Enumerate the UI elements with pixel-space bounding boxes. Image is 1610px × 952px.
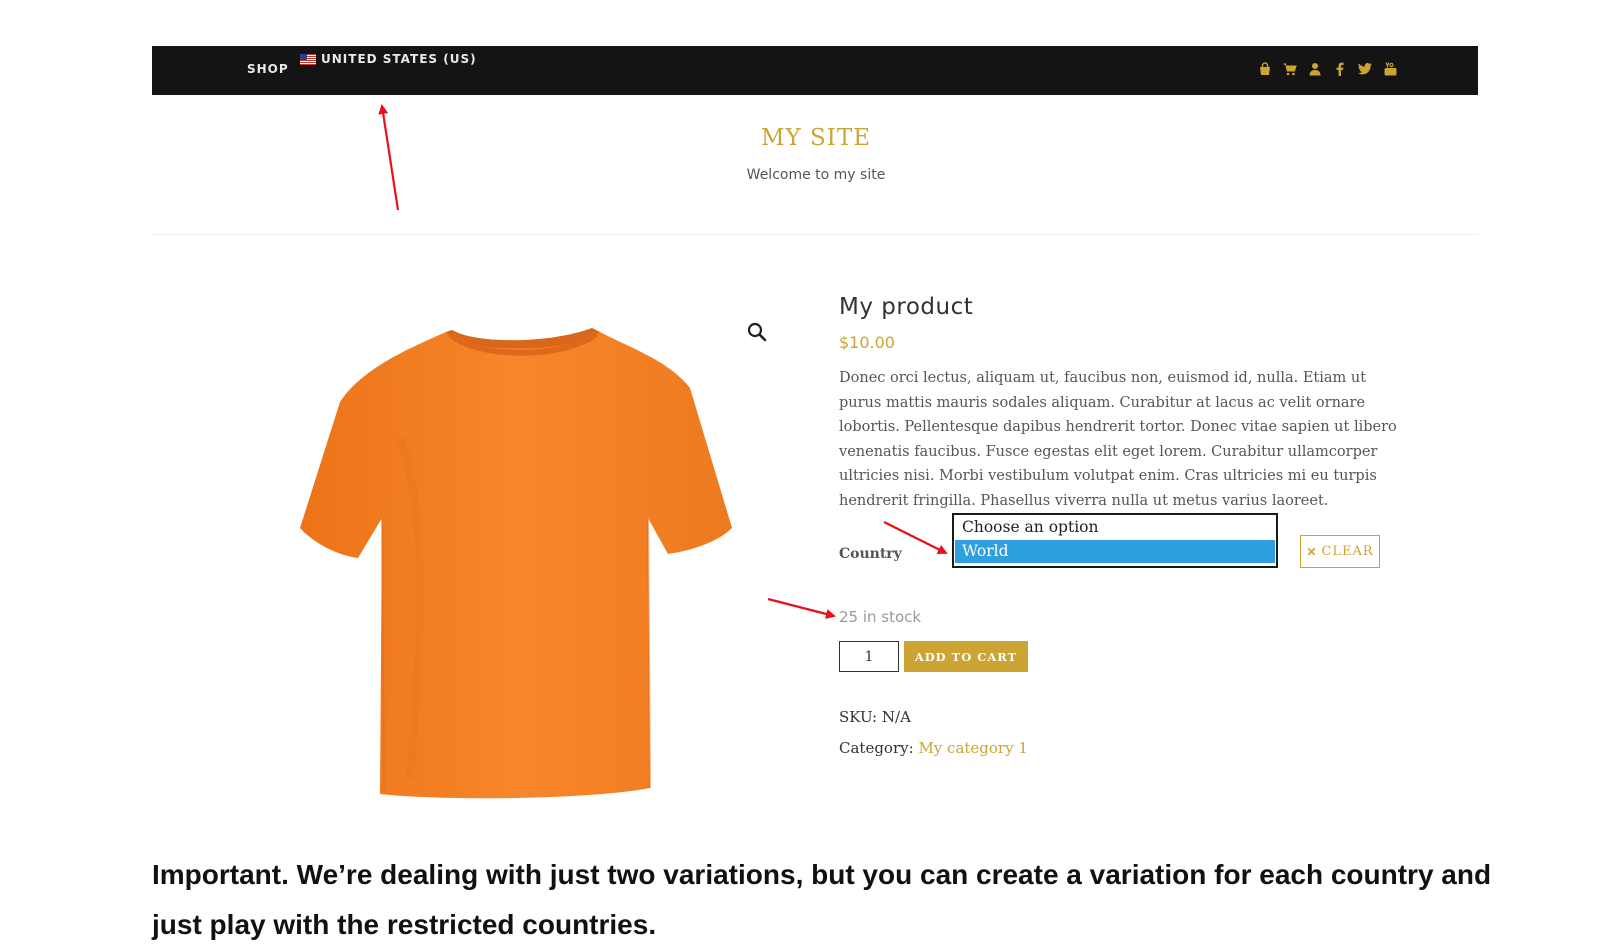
category-label: Category: [839, 739, 914, 757]
country-switcher[interactable]: UNITED STATES (US) [300, 52, 477, 66]
top-navigation-bar: SHOP UNITED STATES (US) [152, 46, 1478, 95]
country-variation-select[interactable]: Choose an option World [952, 513, 1278, 568]
sku-label: SKU: [839, 708, 878, 726]
close-icon: ✕ [1306, 544, 1318, 559]
sku-value: N/A [881, 708, 911, 726]
shopping-bag-icon[interactable] [1257, 60, 1273, 78]
clear-label: CLEAR [1321, 544, 1374, 559]
country-label: UNITED STATES (US) [321, 52, 477, 66]
variation-label-country: Country [839, 546, 902, 562]
category-link[interactable]: My category 1 [918, 739, 1027, 757]
cart-icon[interactable] [1282, 60, 1298, 78]
article-caption: Important. We’re dealing with just two v… [152, 859, 1492, 940]
nav-shop-link[interactable]: SHOP [247, 62, 289, 76]
header-divider [152, 234, 1478, 235]
clear-variation-button[interactable]: ✕ CLEAR [1300, 535, 1380, 568]
product-title: My product [839, 294, 974, 320]
add-to-cart-button[interactable]: ADD TO CART [904, 641, 1028, 672]
header-icons [1257, 60, 1398, 78]
facebook-icon[interactable] [1332, 60, 1348, 78]
youtube-icon[interactable] [1382, 60, 1398, 78]
zoom-magnifier-icon[interactable] [746, 321, 768, 343]
site-tagline: Welcome to my site [746, 167, 886, 183]
product-image-orange-tshirt[interactable] [300, 318, 740, 806]
arrow-to-stock-status [767, 597, 836, 619]
user-icon[interactable] [1307, 60, 1323, 78]
arrow-to-country-switcher [378, 104, 400, 211]
select-option-choose[interactable]: Choose an option [955, 516, 1275, 539]
stock-status: 25 in stock [839, 608, 922, 626]
product-sku: SKU: N/A [839, 708, 911, 726]
product-description: Donec orci lectus, aliquam ut, faucibus … [839, 370, 1397, 509]
us-flag-icon [300, 53, 316, 65]
site-title[interactable]: MY SITE [0, 125, 1610, 151]
product-category: Category: My category 1 [839, 739, 1028, 757]
twitter-icon[interactable] [1357, 60, 1373, 78]
product-price: $10.00 [839, 333, 895, 352]
select-option-world[interactable]: World [955, 540, 1275, 563]
quantity-input[interactable] [839, 641, 899, 672]
